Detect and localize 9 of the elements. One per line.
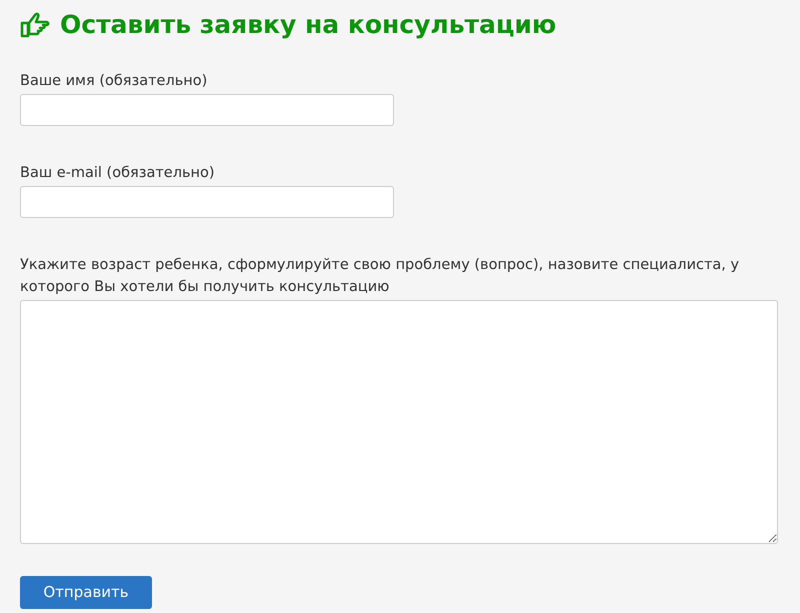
field-label: Укажите возраст ребенка, сформулируйте свою проблему (вопрос), назовите специалиста, у которого Вы хотели бы получить консультацию: [20, 256, 740, 297]
input-field[interactable]: [20, 186, 394, 218]
input-field[interactable]: [20, 94, 394, 126]
message-field[interactable]: [20, 300, 778, 544]
submit-button[interactable]: Отправить: [20, 576, 152, 609]
field-label: Ваш e-mail (обязательно): [20, 164, 216, 183]
form-title: Оставить заявку на консультацию: [60, 9, 556, 41]
thumbs-up-icon: [20, 12, 50, 38]
field-label: Ваше имя (обязательно): [20, 72, 208, 91]
